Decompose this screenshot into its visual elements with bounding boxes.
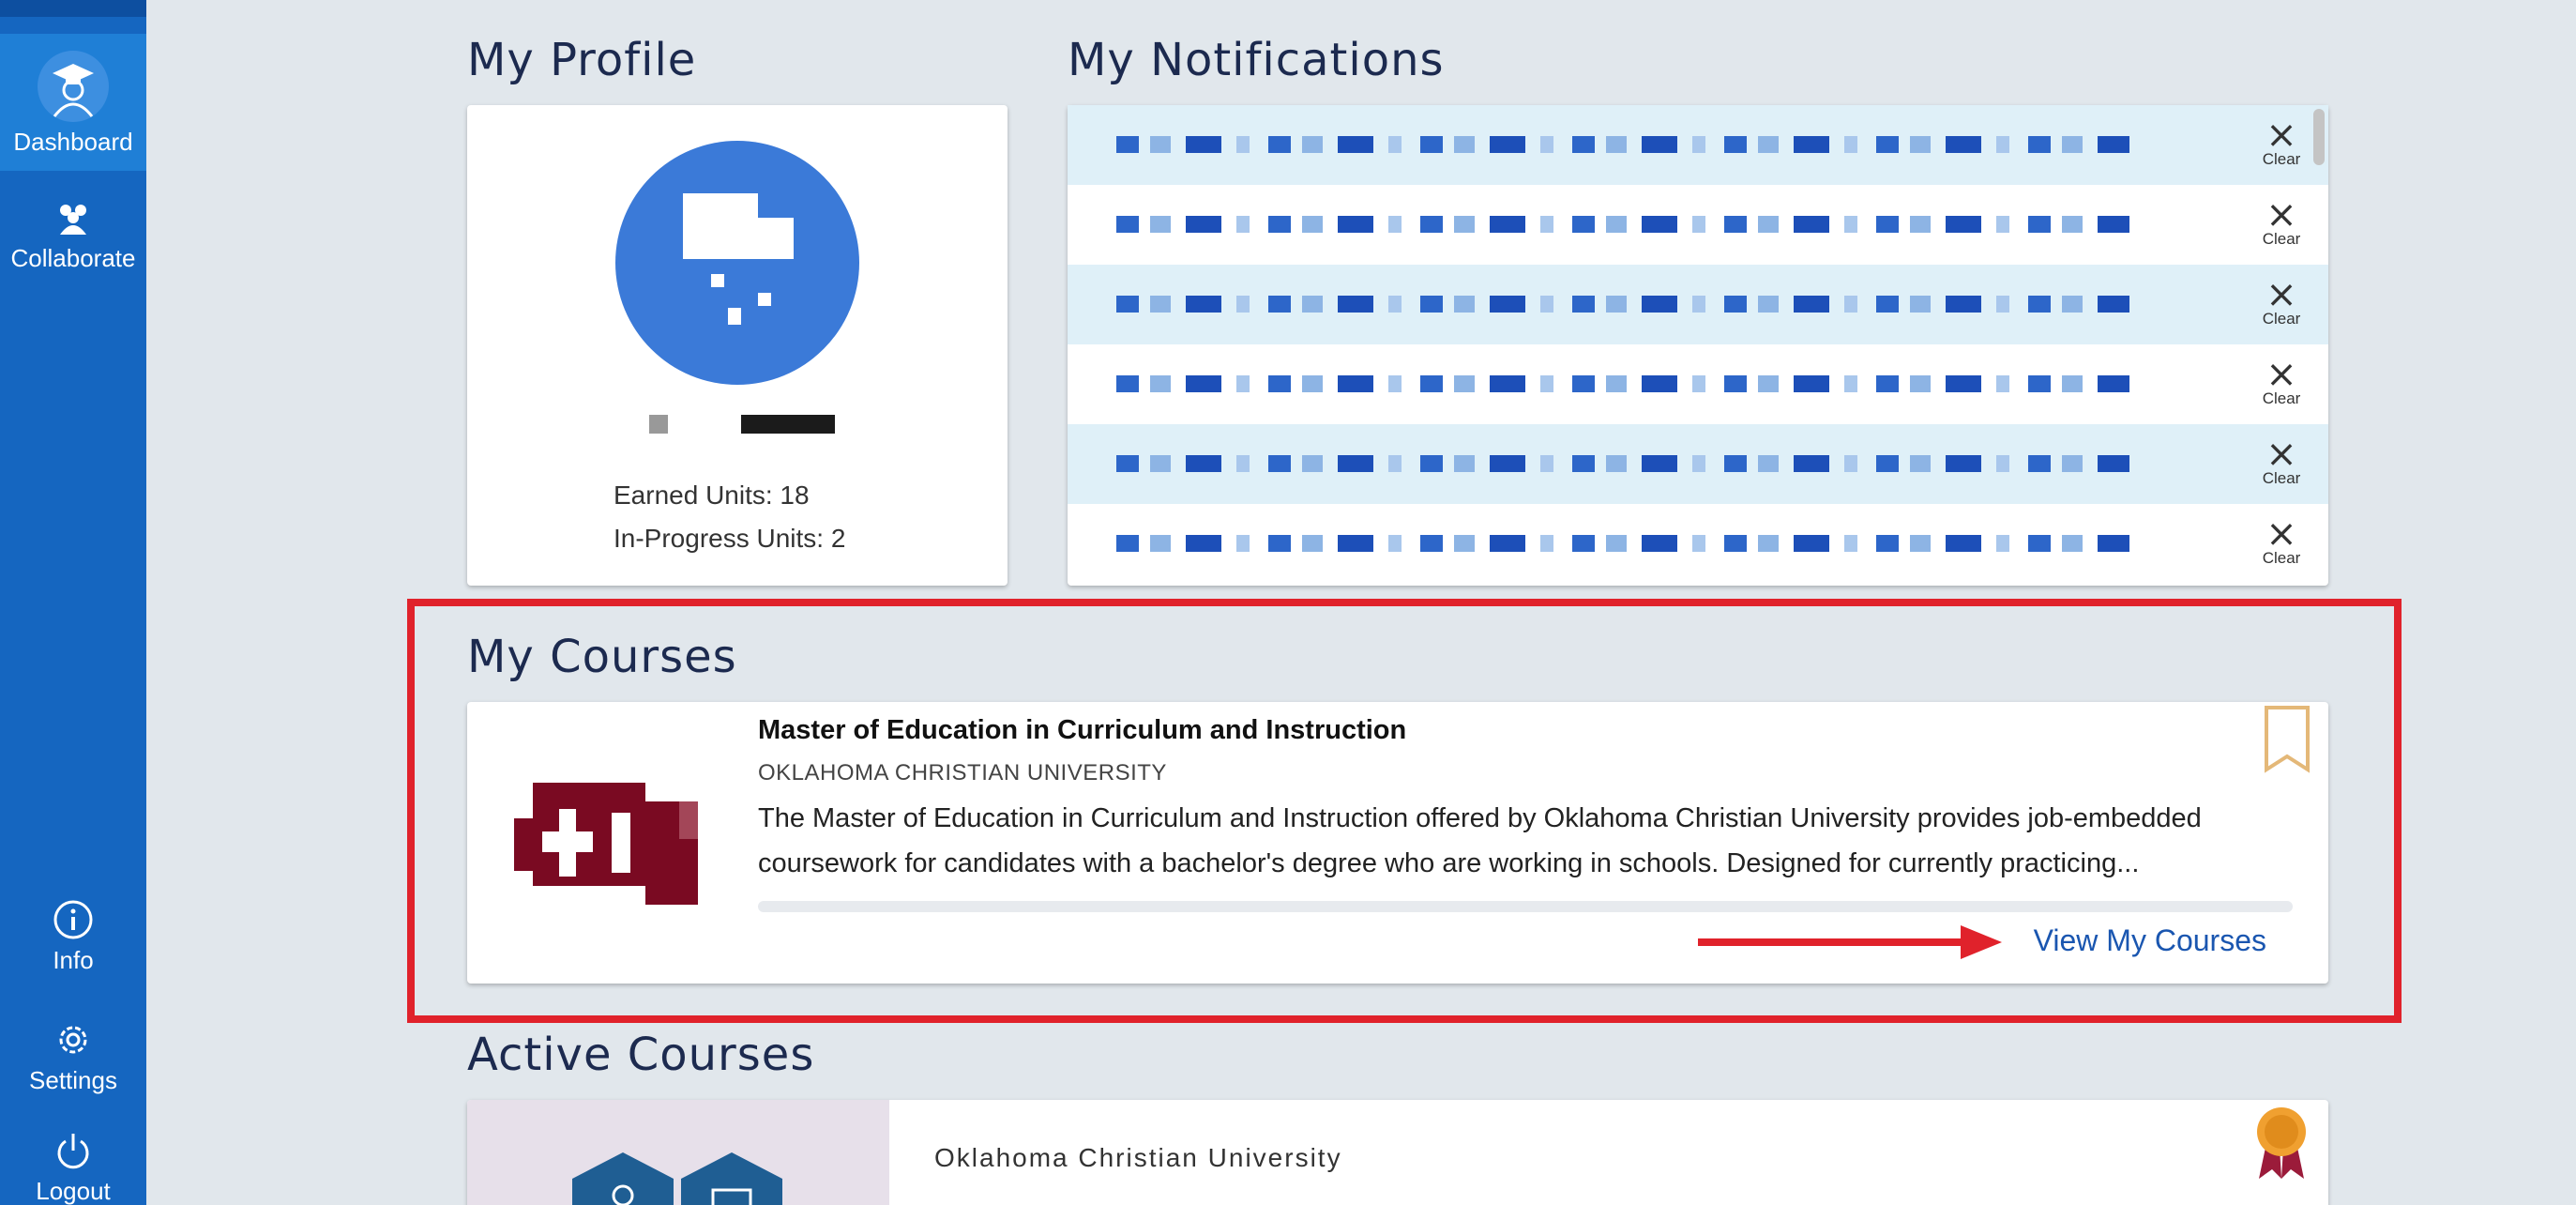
- clear-label: Clear: [2262, 310, 2301, 328]
- notification-row: × Clear: [1068, 504, 2328, 584]
- course-hexagon-icon: [572, 1152, 782, 1205]
- notification-text: [1116, 202, 2129, 247]
- close-icon: ×: [2265, 353, 2297, 396]
- notification-text: [1116, 122, 2129, 167]
- notification-text: [1116, 282, 2129, 327]
- profile-name-redacted: [741, 415, 835, 434]
- notification-row: × Clear: [1068, 424, 2328, 504]
- clear-button[interactable]: × Clear: [2255, 512, 2308, 568]
- university-logo: [514, 783, 698, 905]
- profile-card: Earned Units: 18 In-Progress Units: 2: [467, 105, 1008, 586]
- earned-units: Earned Units: 18: [614, 480, 810, 510]
- notifications-title: My Notifications: [1068, 34, 1445, 86]
- notifications-card: × Clear × Clear × Clear × Clear × Clear …: [1068, 105, 2328, 586]
- graduate-avatar-icon: [38, 51, 109, 122]
- bookmark-icon[interactable]: [2263, 706, 2311, 773]
- close-icon: ×: [2265, 512, 2297, 556]
- sidebar-item-label: Logout: [36, 1177, 111, 1205]
- profile-title: My Profile: [467, 34, 697, 86]
- clear-label: Clear: [2262, 389, 2301, 407]
- profile-name-redacted: [649, 415, 668, 434]
- close-icon: ×: [2265, 433, 2297, 476]
- course-description: The Master of Education in Curriculum an…: [758, 803, 2202, 878]
- sidebar: Dashboard Collaborate Info Settings Logo…: [0, 0, 146, 1205]
- notification-row: × Clear: [1068, 185, 2328, 265]
- course-title[interactable]: Master of Education in Curriculum and In…: [758, 715, 1406, 746]
- notification-row: × Clear: [1068, 265, 2328, 344]
- clear-button[interactable]: × Clear: [2255, 433, 2308, 488]
- course-card[interactable]: Master of Education in Curriculum and In…: [467, 702, 2328, 984]
- clear-button[interactable]: × Clear: [2255, 114, 2308, 169]
- notification-text: [1116, 361, 2129, 406]
- info-icon: [53, 900, 93, 939]
- red-arrow-annotation-icon: [1698, 925, 2002, 959]
- sidebar-item-logout[interactable]: Logout: [0, 1130, 146, 1205]
- active-course-thumbnail: [467, 1100, 889, 1205]
- notification-row: × Clear: [1068, 105, 2328, 185]
- award-ribbon-icon: [2257, 1107, 2306, 1179]
- clear-label: Clear: [2262, 150, 2301, 168]
- my-courses-title: My Courses: [467, 631, 737, 683]
- active-course-card[interactable]: Oklahoma Christian University: [467, 1100, 2328, 1205]
- course-progress-bar: [758, 901, 2293, 912]
- view-my-courses-link[interactable]: View My Courses: [2034, 923, 2266, 958]
- close-icon: ×: [2265, 193, 2297, 236]
- notifications-scrollbar[interactable]: [2313, 109, 2325, 165]
- active-courses-title: Active Courses: [467, 1029, 815, 1081]
- gear-icon: [59, 1026, 87, 1054]
- notification-list: × Clear × Clear × Clear × Clear × Clear …: [1068, 105, 2328, 586]
- active-course-university: Oklahoma Christian University: [934, 1143, 1342, 1172]
- notification-row: × Clear: [1068, 344, 2328, 424]
- sidebar-item-dashboard[interactable]: Dashboard: [0, 34, 146, 171]
- notification-text: [1116, 521, 2129, 566]
- clear-button[interactable]: × Clear: [2255, 193, 2308, 249]
- course-university: OKLAHOMA CHRISTIAN UNIVERSITY: [758, 760, 1167, 786]
- close-icon: ×: [2265, 273, 2297, 316]
- sidebar-item-label: Info: [53, 946, 94, 974]
- power-icon: [57, 1134, 89, 1169]
- notification-text: [1116, 441, 2129, 486]
- clear-label: Clear: [2262, 230, 2301, 248]
- clear-button[interactable]: × Clear: [2255, 273, 2308, 328]
- clear-button[interactable]: × Clear: [2255, 353, 2308, 408]
- clear-label: Clear: [2262, 549, 2301, 567]
- in-progress-units: In-Progress Units: 2: [614, 524, 846, 553]
- sidebar-item-settings[interactable]: Settings: [0, 1019, 146, 1095]
- people-icon: [60, 205, 86, 235]
- sidebar-item-label: Settings: [29, 1066, 117, 1094]
- close-icon: ×: [2265, 114, 2297, 157]
- sidebar-item-label: Dashboard: [13, 128, 133, 156]
- sidebar-item-label: Collaborate: [10, 244, 136, 272]
- sidebar-item-collaborate[interactable]: Collaborate: [0, 201, 146, 273]
- avatar: [615, 141, 859, 385]
- clear-label: Clear: [2262, 469, 2301, 487]
- sidebar-item-info[interactable]: Info: [0, 899, 146, 975]
